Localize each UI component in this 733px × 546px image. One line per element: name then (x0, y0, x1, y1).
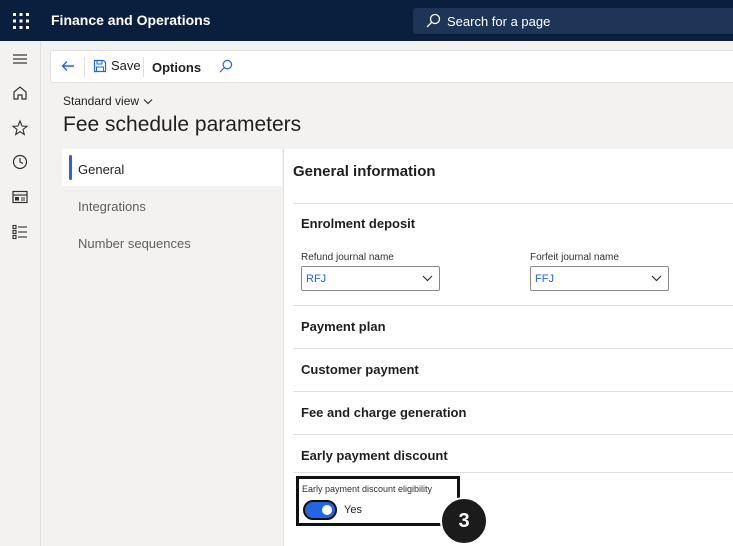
home-icon[interactable] (11, 84, 29, 102)
forfeit-journal-combo[interactable]: FFJ (530, 266, 669, 291)
step-number-badge: 3 (440, 497, 488, 545)
page-title: Fee schedule parameters (63, 113, 302, 136)
chevron-down-icon[interactable] (651, 275, 662, 282)
divider (143, 57, 144, 77)
divider (293, 472, 733, 473)
modules-list-icon[interactable] (11, 223, 29, 241)
options-button[interactable]: Options (152, 60, 201, 75)
eligibility-value: Yes (344, 504, 362, 516)
tab-integrations[interactable]: Integrations (62, 186, 282, 223)
favorites-star-icon[interactable] (11, 119, 29, 137)
save-button[interactable]: Save (93, 58, 141, 73)
save-icon (93, 59, 107, 72)
view-label: Standard view (63, 94, 140, 108)
highlight-box: Early payment discount eligibility Yes (296, 476, 460, 526)
tab-general[interactable]: General (62, 149, 282, 186)
vertical-tabs: General Integrations Number sequences (62, 149, 282, 546)
tab-number-sequences[interactable]: Number sequences (62, 223, 282, 260)
save-label: Save (111, 58, 141, 73)
toggle-knob (322, 505, 332, 515)
fasttab-enrolment-deposit[interactable]: Enrolment deposit Refund journal name RF… (293, 203, 733, 305)
fasttab-title: Early payment discount (301, 448, 448, 463)
search-icon[interactable] (218, 59, 233, 74)
recent-clock-icon[interactable] (11, 153, 29, 171)
search-box[interactable]: Search for a page (413, 8, 733, 34)
view-selector[interactable]: Standard view (63, 94, 153, 108)
left-nav (0, 41, 41, 546)
fasttab-title: Customer payment (301, 362, 419, 377)
search-icon (426, 13, 441, 28)
forfeit-journal-value: FFJ (535, 273, 554, 285)
app-title[interactable]: Finance and Operations (51, 12, 210, 28)
fasttab-title: Enrolment deposit (301, 216, 416, 231)
section-title: General information (293, 163, 436, 180)
fasttab-payment-plan[interactable]: Payment plan (293, 305, 733, 348)
back-arrow-icon[interactable] (60, 58, 76, 74)
refund-journal-label: Refund journal name (301, 252, 394, 263)
divider (84, 57, 85, 77)
eligibility-label: Early payment discount eligibility (302, 484, 433, 494)
hamburger-icon[interactable] (11, 50, 29, 68)
search-placeholder: Search for a page (447, 14, 551, 29)
workspaces-icon[interactable] (11, 188, 29, 206)
top-bar: Finance and Operations Search for a page (0, 0, 733, 41)
chevron-down-icon[interactable] (422, 275, 433, 282)
fasttab-customer-payment[interactable]: Customer payment (293, 348, 733, 391)
eligibility-toggle[interactable] (303, 500, 337, 520)
fasttab-title: Payment plan (301, 319, 386, 334)
fasttab-early-payment-discount[interactable]: Early payment discount (293, 434, 733, 472)
forfeit-journal-label: Forfeit journal name (530, 252, 619, 263)
chevron-down-icon (143, 98, 153, 104)
action-pane: Save Options (50, 50, 733, 83)
refund-journal-combo[interactable]: RFJ (301, 266, 440, 291)
refund-journal-value: RFJ (306, 273, 327, 285)
fasttab-fee-and-charge-generation[interactable]: Fee and charge generation (293, 391, 733, 434)
fasttab-title: Fee and charge generation (301, 405, 467, 420)
app-launcher-icon[interactable] (12, 12, 30, 30)
